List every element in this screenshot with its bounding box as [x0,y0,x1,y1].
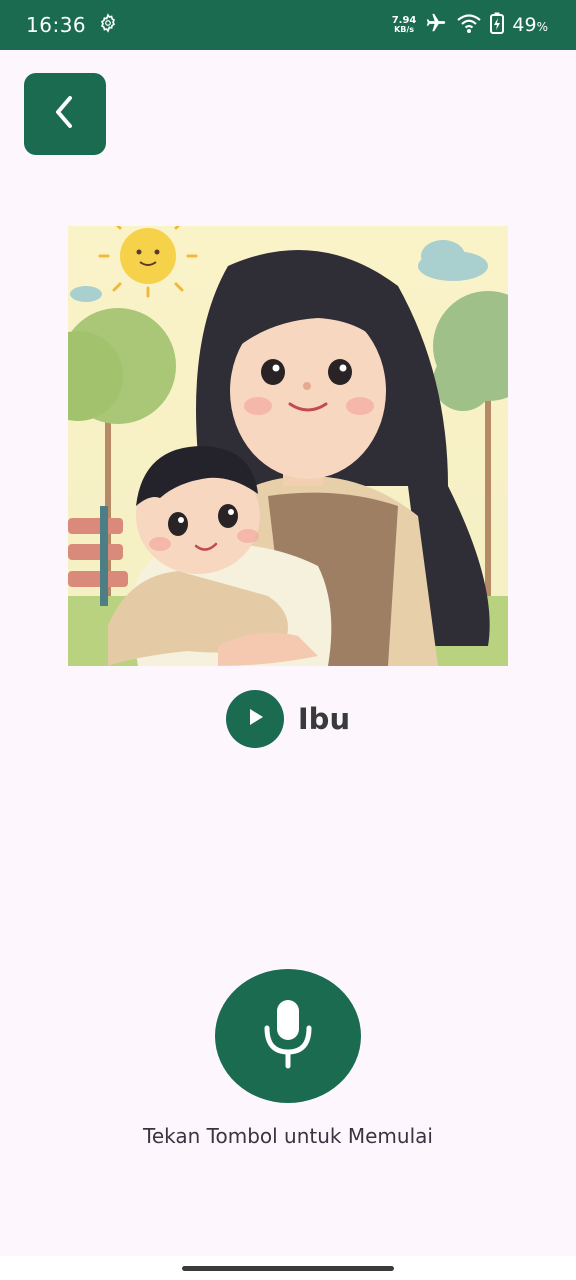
network-speed-value: 7.94 [391,15,417,26]
microphone-button[interactable] [215,969,361,1103]
play-icon [244,706,266,733]
word-illustration [68,226,508,666]
microphone-icon [262,998,314,1075]
network-speed: 7.94 KB/s [391,15,417,35]
chevron-left-icon [50,92,80,137]
mother-holding-baby-illustration [68,226,508,666]
back-button[interactable] [24,73,106,155]
status-time: 16:36 [26,13,87,37]
battery-icon [490,12,505,39]
battery-percent-unit: % [536,20,548,34]
airplane-mode-icon [424,12,448,39]
wifi-icon [456,12,482,39]
play-button[interactable] [225,690,284,748]
word-label: Ibu [297,702,351,736]
home-indicator[interactable] [182,1266,394,1271]
network-speed-unit: KB/s [394,25,415,34]
word-row: Ibu [0,690,576,748]
system-nav-bar [0,1256,576,1280]
battery-percent: 49% [512,14,548,36]
start-hint-text: Tekan Tombol untuk Memulai [143,1124,433,1148]
status-bar: 16:36 7.94 KB/s 49% [0,0,576,50]
status-bar-right: 7.94 KB/s 49% [392,12,548,39]
status-bar-left: 16:36 [26,12,118,38]
settings-gear-icon [98,12,118,38]
battery-percent-value: 49 [512,14,537,36]
